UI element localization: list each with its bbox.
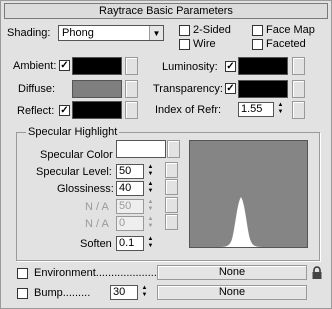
na-label-1: N / A xyxy=(85,201,109,213)
ambient-color-swatch[interactable] xyxy=(72,57,122,75)
soften-label: Soften xyxy=(80,238,112,250)
diffuse-label: Diffuse: xyxy=(18,83,56,95)
luminosity-map-button[interactable] xyxy=(292,57,305,75)
soften-spinner[interactable]: 0.1 xyxy=(116,236,144,251)
specular-color-map-button[interactable] xyxy=(167,140,180,158)
na-spin-arrows-1: ▲ ▼ xyxy=(147,199,154,212)
specular-color-label: Specular Color xyxy=(40,149,113,161)
specular-level-spin-arrows[interactable]: ▲ ▼ xyxy=(146,164,155,179)
shading-dropdown[interactable]: Phong ▼ xyxy=(58,25,164,41)
specular-highlight-title: Specular Highlight xyxy=(26,126,120,139)
reflect-color-swatch[interactable] xyxy=(72,101,122,119)
glossiness-value: 40 xyxy=(119,182,132,194)
faceted-checkbox[interactable] xyxy=(252,39,263,50)
reflect-checkbox[interactable]: ✓ xyxy=(59,105,70,116)
luminosity-label: Luminosity: xyxy=(162,61,218,73)
ambient-label: Ambient: xyxy=(13,60,57,72)
bump-map-button[interactable]: None xyxy=(157,285,307,300)
bump-label-text: Bump xyxy=(34,287,63,299)
reflect-map-button[interactable] xyxy=(125,101,138,119)
shading-dropdown-value: Phong xyxy=(62,27,94,39)
glossiness-map-button[interactable] xyxy=(165,179,178,195)
highlight-curve-preview xyxy=(189,140,308,248)
environment-label-text: Environment xyxy=(34,267,96,279)
face-map-checkbox[interactable] xyxy=(252,25,263,36)
two-sided-checkbox[interactable] xyxy=(179,25,190,36)
bump-amount-spinner[interactable]: 30 xyxy=(110,285,138,300)
ior-spin-arrows[interactable]: ▲ ▼ xyxy=(276,102,285,117)
soften-value: 0.1 xyxy=(119,237,135,249)
rollout-title[interactable]: Raytrace Basic Parameters xyxy=(4,3,328,19)
na-map-button-2 xyxy=(165,214,178,230)
specular-level-map-button[interactable] xyxy=(165,162,178,178)
soften-spin-arrows[interactable]: ▲ ▼ xyxy=(146,236,155,251)
face-map-label: Face Map xyxy=(266,24,315,36)
reflect-label: Reflect: xyxy=(17,105,55,117)
ambient-map-button[interactable] xyxy=(125,57,138,75)
luminosity-checkbox[interactable]: ✓ xyxy=(225,61,236,72)
glossiness-spinner[interactable]: 40 xyxy=(116,181,144,196)
na-map-button-1 xyxy=(165,197,178,213)
luminosity-color-swatch[interactable] xyxy=(238,57,288,75)
bump-amount-value: 30 xyxy=(113,286,126,298)
shading-label: Shading: xyxy=(7,27,51,39)
ior-map-button[interactable] xyxy=(292,101,305,119)
na-spinner-1: 50 xyxy=(116,199,144,214)
transparency-color-swatch[interactable] xyxy=(238,80,288,98)
highlight-curve xyxy=(190,197,307,247)
na-spinner-2: 0 xyxy=(116,216,144,231)
na-value-1: 50 xyxy=(119,200,132,212)
highlight-curve-graph xyxy=(190,197,307,247)
ior-value: 1.55 xyxy=(241,103,263,115)
lock-icon[interactable] xyxy=(311,266,323,280)
na-value-2: 0 xyxy=(119,217,126,229)
bump-amount-spin-arrows[interactable]: ▲ ▼ xyxy=(140,285,149,300)
faceted-label: Faceted xyxy=(266,38,306,50)
environment-label: Environment..................... xyxy=(34,267,160,279)
specular-color-swatch[interactable] xyxy=(116,140,166,158)
specular-level-spinner[interactable]: 50 xyxy=(116,164,144,179)
glossiness-spin-arrows[interactable]: ▲ ▼ xyxy=(146,181,155,196)
two-sided-label: 2-Sided xyxy=(193,24,231,36)
na-spin-arrows-2: ▲ ▼ xyxy=(147,216,154,229)
transparency-checkbox[interactable]: ✓ xyxy=(225,83,236,94)
bump-label: Bump......... xyxy=(34,287,91,299)
na-label-2: N / A xyxy=(85,218,109,230)
glossiness-label: Glossiness: xyxy=(57,183,114,195)
transparency-map-button[interactable] xyxy=(292,80,305,98)
chevron-down-icon[interactable]: ▼ xyxy=(149,26,163,40)
wire-checkbox[interactable] xyxy=(179,39,190,50)
ior-spinner[interactable]: 1.55 xyxy=(238,102,274,117)
diffuse-color-swatch[interactable] xyxy=(72,80,122,98)
bump-checkbox[interactable] xyxy=(17,288,28,299)
wire-label: Wire xyxy=(193,38,216,50)
specular-level-label: Specular Level: xyxy=(36,166,112,178)
ior-label: Index of Refr: xyxy=(155,104,222,116)
environment-checkbox[interactable] xyxy=(17,268,28,279)
ambient-lock-checkbox[interactable]: ✓ xyxy=(59,60,70,71)
transparency-label: Transparency: xyxy=(153,83,223,95)
specular-level-value: 50 xyxy=(119,165,132,177)
environment-map-button[interactable]: None xyxy=(157,265,307,280)
diffuse-map-button[interactable] xyxy=(125,80,138,98)
